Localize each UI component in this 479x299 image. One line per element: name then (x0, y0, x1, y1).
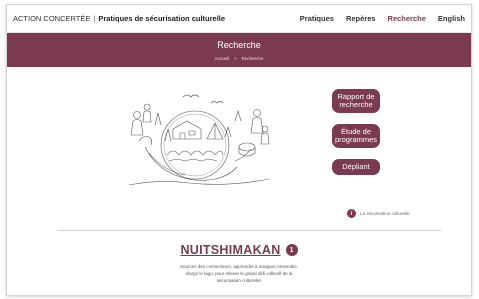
brand-prefix: ACTION CONCERTÉE (13, 14, 91, 23)
nav-item-english[interactable]: English (438, 14, 465, 23)
rapport-de-recherche-button[interactable]: Rapport de recherche (332, 89, 380, 113)
browser-page: ACTION CONCERTÉE | Pratiques de sécurisa… (6, 4, 472, 296)
breadcrumb-separator: » (234, 56, 237, 61)
page-header-banner: Recherche Accueil » Recherche (7, 33, 471, 67)
info-icon: i (347, 209, 356, 218)
description-line-1: Sources des connecteurs, apprendre à nav… (179, 264, 299, 269)
brand-separator: | (93, 14, 96, 23)
brand-title: Pratiques de sécurisation culturelle (98, 14, 226, 23)
page-title: Recherche (217, 40, 261, 50)
nav-item-pratiques[interactable]: Pratiques (300, 14, 334, 23)
etude-de-programmes-button[interactable]: Étude de programmes (332, 124, 380, 148)
nav-item-recherche[interactable]: Recherche (388, 14, 426, 23)
breadcrumb-current: Recherche (241, 56, 264, 61)
top-navigation-bar: ACTION CONCERTÉE | Pratiques de sécurisa… (7, 5, 471, 33)
cultural-safety-link-label: La sécurisation culturelle (360, 211, 410, 216)
nuitshimakan-title[interactable]: NUITSHIMAKAN (180, 243, 280, 257)
nav-item-reperes[interactable]: Repères (346, 14, 376, 23)
breadcrumb-home[interactable]: Accueil (215, 56, 230, 61)
main-nav: Pratiques Repères Recherche English (300, 14, 465, 23)
cultural-safety-link[interactable]: i La sécurisation culturelle (347, 209, 410, 218)
sketch-illustration (128, 94, 270, 186)
section-divider (57, 230, 441, 231)
section-heading: NUITSHIMAKAN 1 (7, 243, 471, 257)
section-number-badge: 1 (285, 244, 298, 256)
section-description: Sources des connecteurs, apprendre à nav… (7, 263, 471, 284)
breadcrumb: Accueil » Recherche (7, 56, 471, 61)
depliant-button[interactable]: Dépliant (332, 159, 380, 175)
description-line-2: élargir le lago, pour relever le grand d… (185, 271, 293, 276)
site-brand[interactable]: ACTION CONCERTÉE | Pratiques de sécurisa… (13, 14, 225, 23)
description-line-3: sécurisation culturelle! (216, 278, 262, 283)
main-content: Rapport de recherche Étude de programmes… (7, 67, 471, 295)
document-buttons: Rapport de recherche Étude de programmes… (332, 89, 380, 175)
